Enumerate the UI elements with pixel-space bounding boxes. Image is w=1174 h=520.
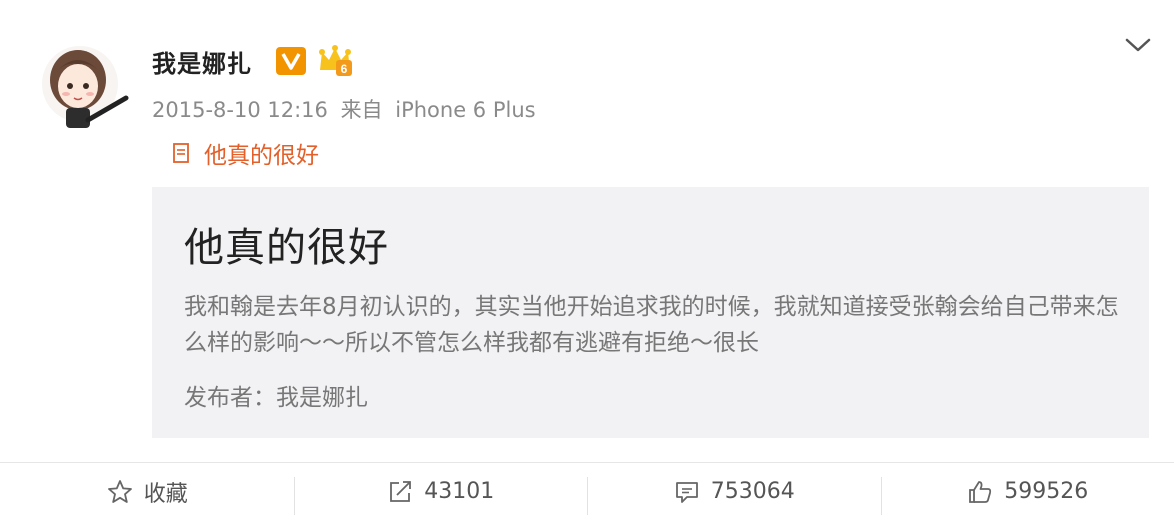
post-source[interactable]: iPhone 6 Plus (395, 98, 535, 122)
like-count: 599526 (1004, 479, 1089, 504)
action-bar: 收藏 43101 753064 599526 (0, 463, 1174, 520)
favorite-button[interactable]: 收藏 (0, 463, 294, 520)
avatar-illustration (42, 46, 129, 128)
avatar[interactable] (40, 40, 132, 134)
article-author: 发布者：我是娜扎 (184, 385, 368, 411)
post-date[interactable]: 2015-8-10 12:16 (152, 98, 328, 122)
weibo-post: 我是娜扎 6 2015-8-10 12:16 来自 iPhone 6 Plus … (0, 0, 1174, 520)
verified-badge-icon[interactable] (276, 47, 306, 75)
source-prefix: 来自 (340, 98, 383, 122)
article-title: 他真的很好 (184, 225, 389, 271)
comment-icon (675, 481, 698, 503)
article-link-label: 他真的很好 (204, 143, 319, 169)
chevron-down-icon[interactable] (1124, 34, 1152, 56)
post-meta: 2015-8-10 12:16 来自 iPhone 6 Plus (152, 94, 536, 124)
favorite-label: 收藏 (143, 481, 188, 507)
star-icon (107, 479, 132, 503)
username[interactable]: 我是娜扎 (152, 44, 252, 79)
repost-icon (390, 480, 412, 502)
article-summary: 我和翰是去年8月初认识的，其实当他开始追求我的时候，我就知道接受张翰会给自己带来… (184, 294, 1119, 356)
crown-member-icon[interactable]: 6 (316, 44, 354, 78)
svg-text:6: 6 (341, 62, 348, 76)
thumbs-up-icon (969, 480, 992, 503)
document-icon (173, 143, 189, 163)
article-link[interactable]: 他真的很好 (172, 136, 319, 170)
repost-button[interactable]: 43101 (293, 463, 588, 520)
repost-count: 43101 (424, 479, 495, 504)
comment-button[interactable]: 753064 (587, 463, 881, 520)
article-card[interactable]: 他真的很好 我和翰是去年8月初认识的，其实当他开始追求我的时候，我就知道接受张翰… (152, 187, 1149, 438)
like-button[interactable]: 599526 (880, 463, 1174, 520)
comment-count: 753064 (710, 479, 795, 504)
